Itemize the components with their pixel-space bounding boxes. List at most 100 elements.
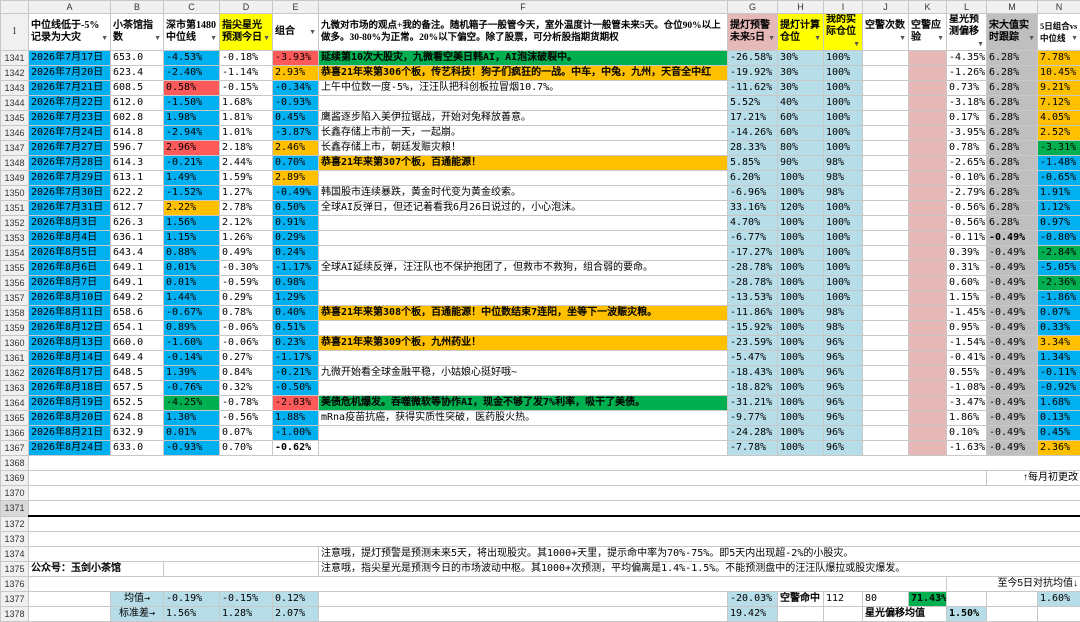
cell-n[interactable]: 7.12% (1038, 96, 1080, 111)
cell-d[interactable]: 2.12% (220, 216, 273, 231)
cell-e[interactable]: 0.24% (273, 246, 319, 261)
lantern-warning-note[interactable]: 注意哦，提灯预警是预测未来5天，将出现股灾。其1000+天里，提示命中率为70%… (319, 547, 1080, 562)
row-number[interactable]: 1345 (1, 111, 29, 126)
cell-h[interactable]: 120% (778, 201, 824, 216)
row-number[interactable]: 1359 (1, 321, 29, 336)
cell-b[interactable]: 612.0 (111, 96, 164, 111)
std-g[interactable]: 19.42% (728, 607, 778, 622)
cell-a[interactable]: 2026年8月13日 (29, 336, 111, 351)
cell[interactable] (29, 471, 987, 486)
cell-e[interactable]: -3.93% (273, 51, 319, 66)
cell-c[interactable]: 1.56% (164, 216, 220, 231)
cell-f[interactable]: 恭喜21年来第306个板，传艺科技！狗子们疯狂的一战。中车，中兔，九州，天音全中… (319, 66, 728, 81)
cell-n[interactable]: 1.12% (1038, 201, 1080, 216)
cell-a[interactable]: 2026年8月12日 (29, 321, 111, 336)
cell-n[interactable]: -0.92% (1038, 381, 1080, 396)
filter-dropdown-icon[interactable]: ▼ (101, 32, 108, 44)
cell-j[interactable] (863, 81, 909, 96)
cell-h[interactable]: 100% (778, 276, 824, 291)
cell-n[interactable]: 3.34% (1038, 336, 1080, 351)
cell[interactable] (29, 501, 1080, 517)
cell[interactable] (29, 547, 319, 562)
cell-d[interactable]: -0.78% (220, 396, 273, 411)
cell-n[interactable]: -2.84% (1038, 246, 1080, 261)
header-cell-k[interactable]: 空警应验▼ (909, 14, 947, 51)
cell-l[interactable]: -3.95% (947, 126, 987, 141)
row-number[interactable]: 1 (1, 14, 29, 51)
column-header-m[interactable]: M (987, 1, 1038, 14)
cell-f[interactable]: 鹰酱逐步陷入美伊拉锯战，开始对兔释放善意。 (319, 111, 728, 126)
cell-c[interactable]: -0.21% (164, 156, 220, 171)
cell-f[interactable] (319, 246, 728, 261)
row-number[interactable]: 1353 (1, 231, 29, 246)
row-number[interactable]: 1343 (1, 81, 29, 96)
mean-label[interactable]: 均值→ (111, 592, 164, 607)
cell-f[interactable] (319, 441, 728, 456)
cell-f[interactable]: 延续第10次大股灾，九微看空美日韩AI，AI泡沫破裂中。 (319, 51, 728, 66)
cell-b[interactable]: 622.2 (111, 186, 164, 201)
row-number[interactable]: 1366 (1, 426, 29, 441)
cell-h[interactable]: 100% (778, 366, 824, 381)
cell-f[interactable]: 全球AI反弹日，但还记着看我6月26日说过的，小心泡沫。 (319, 201, 728, 216)
cell-i[interactable]: 100% (824, 126, 863, 141)
cell-m[interactable]: 6.28% (987, 81, 1038, 96)
cell-d[interactable]: 0.29% (220, 291, 273, 306)
cell-e[interactable]: -0.62% (273, 441, 319, 456)
row-number[interactable]: 1358 (1, 306, 29, 321)
cell-e[interactable]: 0.40% (273, 306, 319, 321)
cell-k[interactable] (909, 306, 947, 321)
cell-g[interactable]: -14.26% (728, 126, 778, 141)
cell-d[interactable]: -1.14% (220, 66, 273, 81)
cell-d[interactable]: 1.01% (220, 126, 273, 141)
cell-i[interactable]: 96% (824, 336, 863, 351)
cell-h[interactable]: 100% (778, 381, 824, 396)
cell-i[interactable]: 100% (824, 216, 863, 231)
cell-f[interactable]: 美债危机爆发。吞噬微软等协作AI，现金不够了发7%利率，吸干了美债。 (319, 396, 728, 411)
cell-j[interactable] (863, 321, 909, 336)
cell-m[interactable]: 6.28% (987, 51, 1038, 66)
cell-a[interactable]: 2026年7月23日 (29, 111, 111, 126)
cell-l[interactable]: 0.78% (947, 141, 987, 156)
cell-a[interactable]: 2026年8月19日 (29, 396, 111, 411)
header-cell-d[interactable]: 指尖星光预测今日▼ (220, 14, 273, 51)
row-number[interactable]: 1372 (1, 516, 29, 532)
row-number[interactable]: 1354 (1, 246, 29, 261)
cell-m[interactable]: 6.28% (987, 111, 1038, 126)
column-header-c[interactable]: C (164, 1, 220, 14)
row-number[interactable]: 1361 (1, 351, 29, 366)
column-header-d[interactable]: D (220, 1, 273, 14)
five-day-average-note[interactable]: 至今5日对抗均值↓ (947, 577, 1080, 592)
cell-g[interactable]: -31.21% (728, 396, 778, 411)
cell-e[interactable]: -0.21% (273, 366, 319, 381)
cell-c[interactable]: -0.93% (164, 441, 220, 456)
cell[interactable] (824, 607, 863, 622)
cell-j[interactable] (863, 411, 909, 426)
cell-l[interactable]: 0.73% (947, 81, 987, 96)
cell-m[interactable]: 6.28% (987, 186, 1038, 201)
cell-d[interactable]: 0.70% (220, 441, 273, 456)
cell-b[interactable]: 654.1 (111, 321, 164, 336)
header-cell-h[interactable]: 提灯计算仓位▼ (778, 14, 824, 51)
cell[interactable] (164, 562, 319, 577)
cell-i[interactable]: 100% (824, 111, 863, 126)
cell-n[interactable]: 2.36% (1038, 441, 1080, 456)
cell-d[interactable]: -0.59% (220, 276, 273, 291)
row-number[interactable]: 1342 (1, 66, 29, 81)
cell-g[interactable]: -18.82% (728, 381, 778, 396)
cell-g[interactable]: -19.92% (728, 66, 778, 81)
cell[interactable] (29, 486, 1080, 501)
cell-m[interactable]: 6.28% (987, 201, 1038, 216)
cell-b[interactable]: 624.8 (111, 411, 164, 426)
cell-h[interactable]: 100% (778, 171, 824, 186)
cell-a[interactable]: 2026年8月7日 (29, 276, 111, 291)
cell-j[interactable] (863, 216, 909, 231)
cell-j[interactable] (863, 96, 909, 111)
cell-h[interactable]: 100% (778, 441, 824, 456)
cell-h[interactable]: 80% (778, 141, 824, 156)
empty-warning-hit-count[interactable]: 80 (863, 592, 909, 607)
cell-f[interactable] (319, 276, 728, 291)
cell-i[interactable]: 100% (824, 276, 863, 291)
cell-c[interactable]: 0.58% (164, 81, 220, 96)
cell-f[interactable] (319, 321, 728, 336)
cell-i[interactable]: 100% (824, 261, 863, 276)
